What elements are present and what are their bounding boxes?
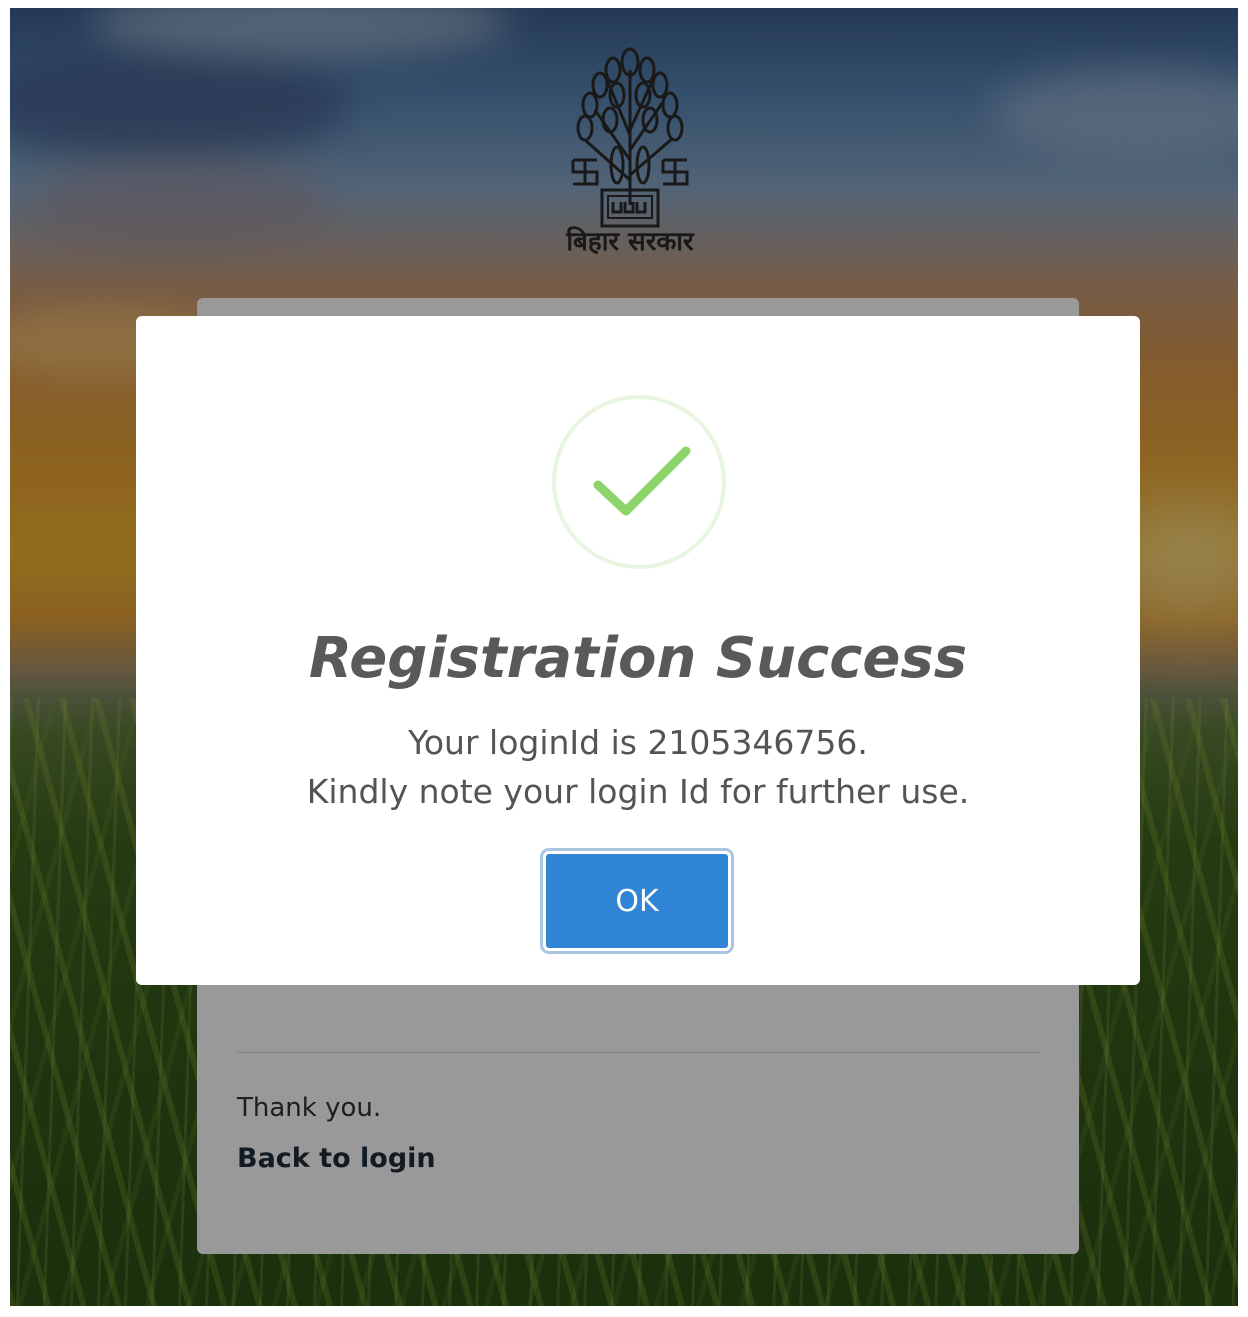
page-border (0, 1306, 1248, 1317)
page-border (1238, 0, 1248, 1317)
login-id-message: Your loginId is 2105346756. (408, 723, 868, 762)
ok-button[interactable]: OK (543, 851, 731, 951)
modal-title: Registration Success (308, 626, 968, 691)
note-message: Kindly note your login Id for further us… (306, 772, 970, 811)
success-check-icon (552, 395, 726, 569)
page-border (0, 0, 10, 1317)
success-modal: Registration Success Your loginId is 210… (136, 316, 1140, 985)
page-border (0, 0, 1248, 8)
